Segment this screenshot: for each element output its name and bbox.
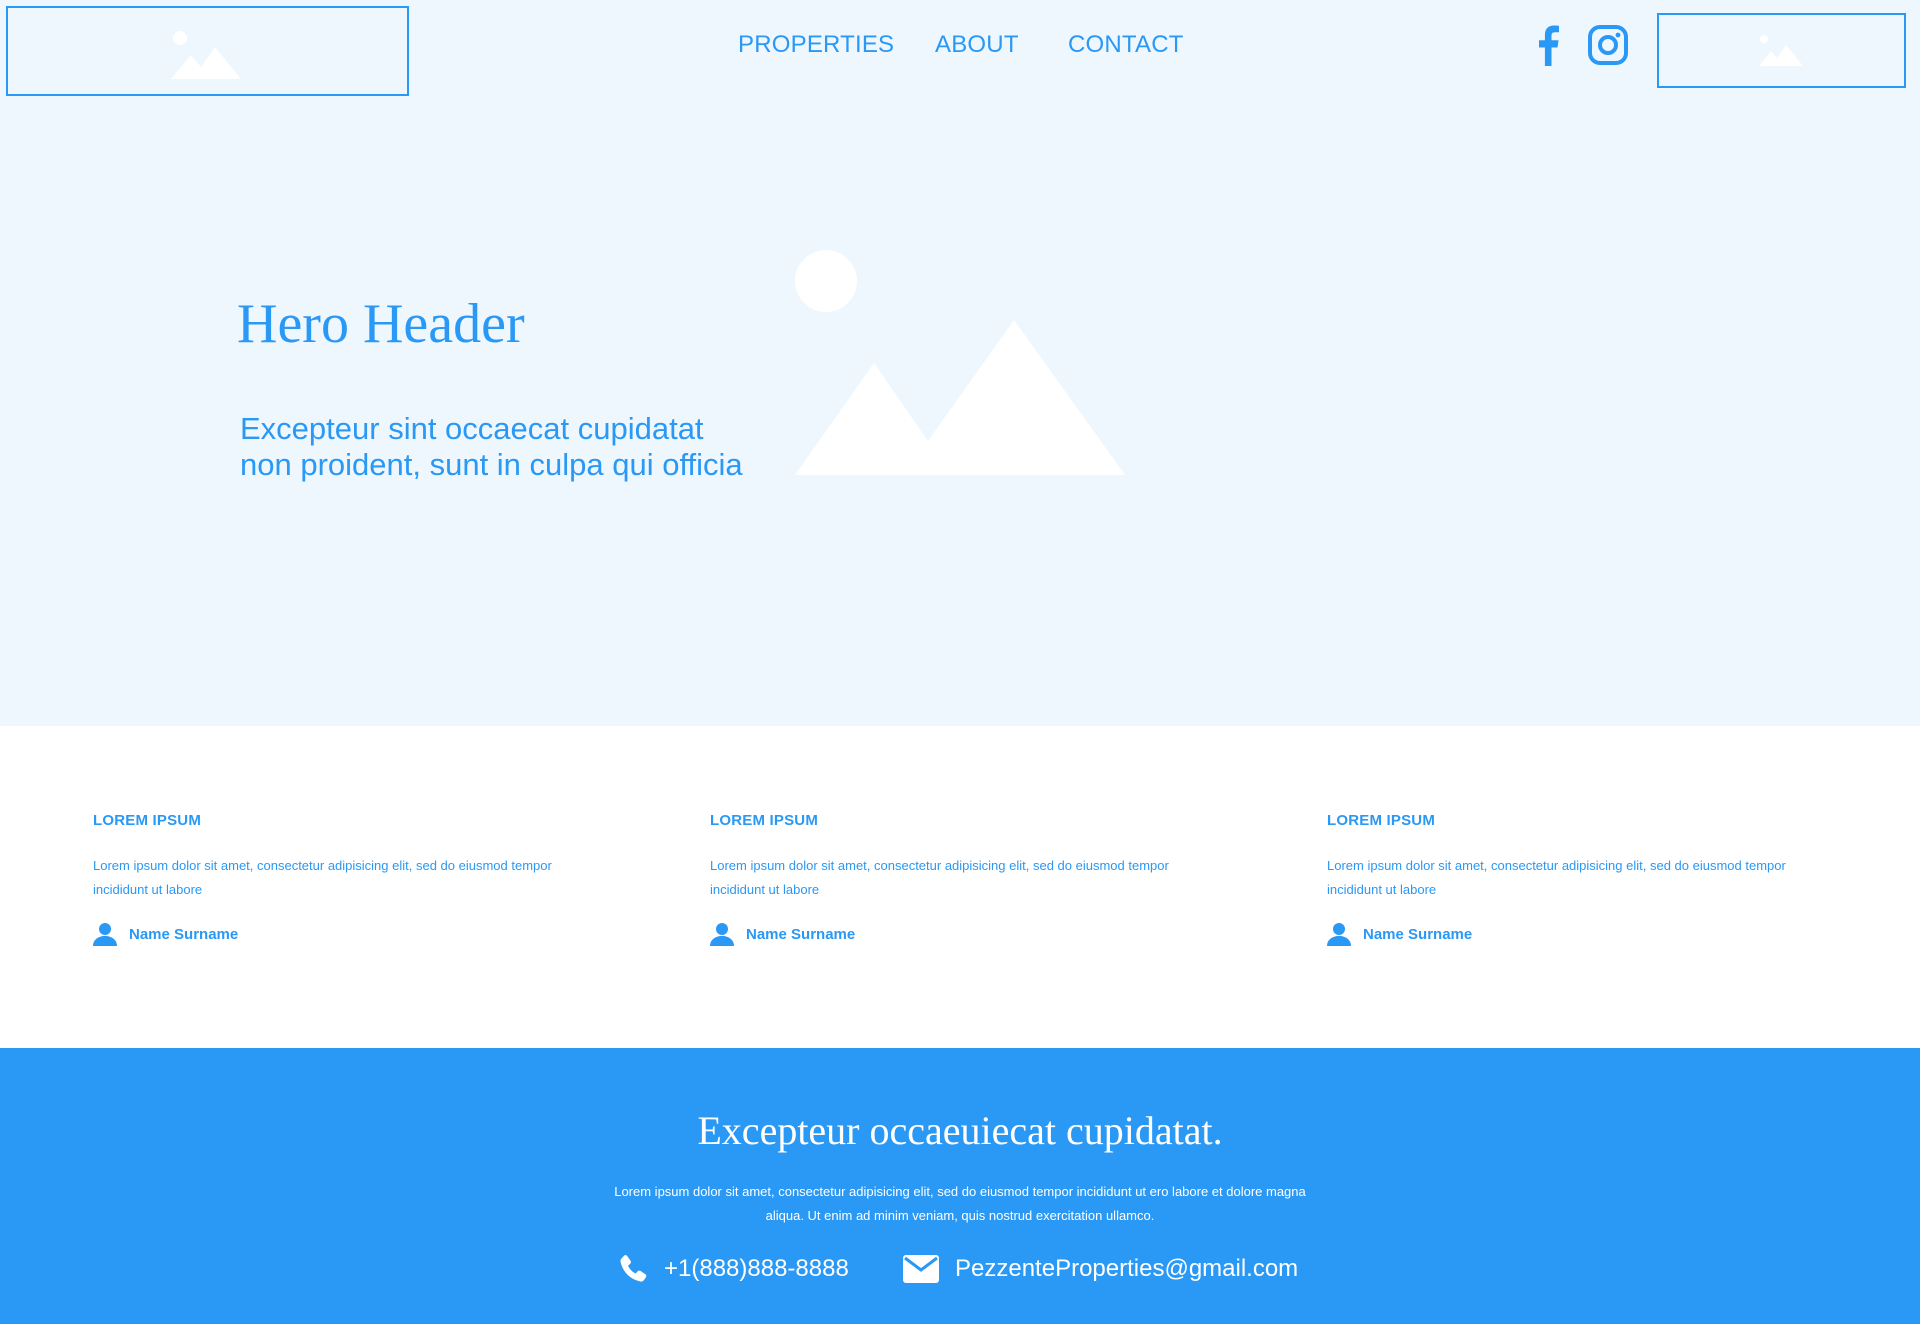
user-icon [1327, 923, 1351, 946]
image-placeholder-icon [795, 250, 1125, 475]
card-author: Name Surname [710, 922, 1230, 946]
instagram-icon[interactable] [1587, 24, 1629, 66]
phone-icon [620, 1255, 647, 1282]
hero-title: Hero Header [237, 293, 525, 355]
card-author: Name Surname [93, 922, 613, 946]
author-name: Name Surname [1363, 925, 1473, 943]
card-author: Name Surname [1327, 922, 1847, 946]
phone-number: +1(888)888-8888 [664, 1255, 849, 1282]
card-title: LOREM IPSUM [1327, 812, 1436, 829]
author-name: Name Surname [746, 925, 856, 943]
phone-link[interactable]: +1(888)888-8888 [618, 1252, 849, 1286]
author-name: Name Surname [129, 925, 239, 943]
user-icon [710, 923, 734, 946]
footer-text: Lorem ipsum dolor sit amet, consectetur … [614, 1184, 1306, 1223]
hero-subtitle: Excepteur sint occaecat cupidatat non pr… [240, 411, 743, 482]
mail-icon [903, 1255, 939, 1283]
email-link[interactable]: PezzenteProperties@gmail.com [903, 1252, 1298, 1286]
card-title: LOREM IPSUM [710, 812, 819, 829]
header-image-button[interactable] [1657, 13, 1906, 88]
footer-title: Excepteur occaeuiecat cupidatat. [697, 1108, 1223, 1153]
testimonial-card: LOREM IPSUM Lorem ipsum dolor sit amet, … [710, 812, 1230, 946]
main-nav: PROPERTIES ABOUT CONTACT [0, 31, 1920, 61]
card-title: LOREM IPSUM [93, 812, 202, 829]
nav-properties[interactable]: PROPERTIES [738, 31, 894, 59]
card-body: Lorem ipsum dolor sit amet, consectetur … [93, 858, 552, 897]
testimonials-section: LOREM IPSUM Lorem ipsum dolor sit amet, … [0, 726, 1920, 1048]
image-placeholder-icon [1759, 35, 1803, 66]
nav-contact[interactable]: CONTACT [1068, 31, 1184, 59]
hero-section: PROPERTIES ABOUT CONTACT Hero Header Exc… [0, 0, 1920, 726]
facebook-icon[interactable] [1536, 24, 1560, 66]
card-body: Lorem ipsum dolor sit amet, consectetur … [1327, 858, 1786, 897]
email-address: PezzenteProperties@gmail.com [955, 1255, 1299, 1282]
testimonial-card: LOREM IPSUM Lorem ipsum dolor sit amet, … [1327, 812, 1847, 946]
card-body: Lorem ipsum dolor sit amet, consectetur … [710, 858, 1169, 897]
user-icon [93, 923, 117, 946]
site-footer: Excepteur occaeuiecat cupidatat. Lorem i… [0, 1048, 1920, 1324]
testimonial-card: LOREM IPSUM Lorem ipsum dolor sit amet, … [93, 812, 613, 946]
nav-about[interactable]: ABOUT [935, 31, 1019, 59]
